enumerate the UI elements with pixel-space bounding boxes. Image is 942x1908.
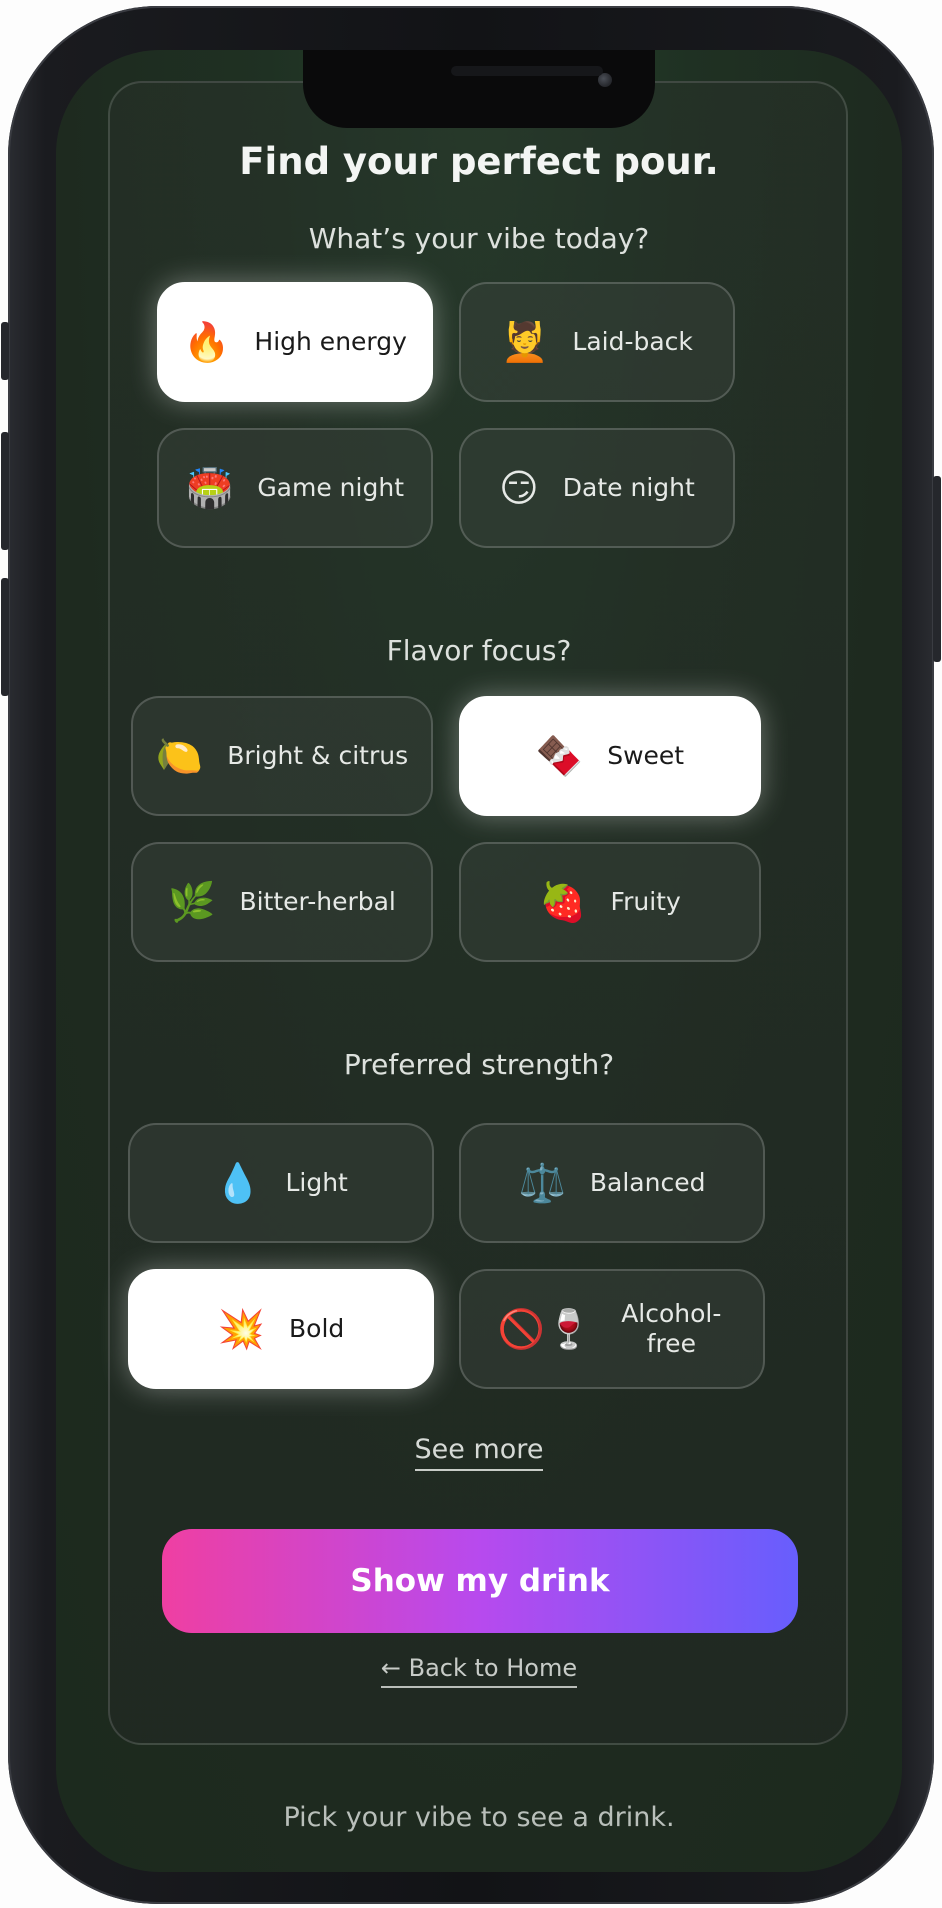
strength-section-title: Preferred strength? xyxy=(343,1048,615,1081)
option-label: Date night xyxy=(562,473,695,502)
strawberry-icon: 🍓 xyxy=(539,880,587,924)
option-laid-back[interactable]: 💆 Laid-back xyxy=(459,282,735,402)
back-to-home-link[interactable]: ← Back to Home xyxy=(380,1654,578,1688)
option-label: Bold xyxy=(289,1314,345,1343)
phone-frame: Find your perfect pour. What’s your vibe… xyxy=(1,6,941,1904)
option-label: Game night xyxy=(257,473,404,502)
notch xyxy=(303,50,655,128)
collision-icon: 💥 xyxy=(217,1307,266,1351)
option-light[interactable]: 💧 Light xyxy=(128,1123,434,1243)
smirk-face-icon: 😏 xyxy=(499,466,539,510)
app-screen: Find your perfect pour. What’s your vibe… xyxy=(56,50,902,1872)
droplet-icon: 💧 xyxy=(214,1161,262,1205)
option-label: Bright & citrus xyxy=(227,741,409,770)
herb-icon: 🌿 xyxy=(168,880,216,924)
option-label: High energy xyxy=(254,327,407,356)
side-button-mute xyxy=(1,322,9,380)
option-fruity[interactable]: 🍓 Fruity xyxy=(459,842,761,962)
option-label: Alcohol-free xyxy=(621,1299,722,1358)
back-link-row: ← Back to Home xyxy=(56,1654,902,1688)
see-more-link-row: See more xyxy=(56,1434,902,1471)
option-bitter-herbal[interactable]: 🌿 Bitter-herbal xyxy=(131,842,433,962)
stadium-icon: 🏟️ xyxy=(185,466,234,510)
no-alcohol-icon: 🚫🍷 xyxy=(497,1307,593,1351)
chocolate-bar-icon: 🍫 xyxy=(535,734,584,778)
option-game-night[interactable]: 🏟️ Game night xyxy=(157,428,433,548)
massage-icon: 💆 xyxy=(501,320,549,364)
see-more-link[interactable]: See more xyxy=(414,1434,544,1471)
vibe-section-title: What’s your vibe today? xyxy=(308,222,650,255)
scales-icon: ⚖️ xyxy=(518,1161,566,1205)
option-label: Bitter-herbal xyxy=(239,887,396,916)
option-label: Laid-back xyxy=(572,327,693,356)
option-label: Sweet xyxy=(607,741,685,770)
footer-hint: Pick your vibe to see a drink. xyxy=(283,1802,675,1833)
option-label: Light xyxy=(285,1168,348,1197)
speaker-grille xyxy=(451,66,603,76)
option-date-night[interactable]: 😏 Date night xyxy=(459,428,735,548)
show-my-drink-button[interactable]: Show my drink xyxy=(162,1529,798,1633)
side-button-volume-up xyxy=(1,432,9,550)
option-alcohol-free[interactable]: 🚫🍷 Alcohol-free xyxy=(459,1269,765,1389)
option-label: Balanced xyxy=(589,1168,706,1197)
option-bright-citrus[interactable]: 🍋 Bright & citrus xyxy=(131,696,433,816)
option-sweet[interactable]: 🍫 Sweet xyxy=(459,696,761,816)
option-balanced[interactable]: ⚖️ Balanced xyxy=(459,1123,765,1243)
fire-icon: 🔥 xyxy=(183,320,231,364)
page-title: Find your perfect pour. xyxy=(239,140,719,183)
lemon-icon: 🍋 xyxy=(155,734,204,778)
flavor-section-title: Flavor focus? xyxy=(386,634,572,667)
side-button-power xyxy=(933,476,941,662)
option-label: Fruity xyxy=(610,887,681,916)
option-bold[interactable]: 💥 Bold xyxy=(128,1269,434,1389)
option-high-energy[interactable]: 🔥 High energy xyxy=(157,282,433,402)
side-button-volume-down xyxy=(1,578,9,696)
